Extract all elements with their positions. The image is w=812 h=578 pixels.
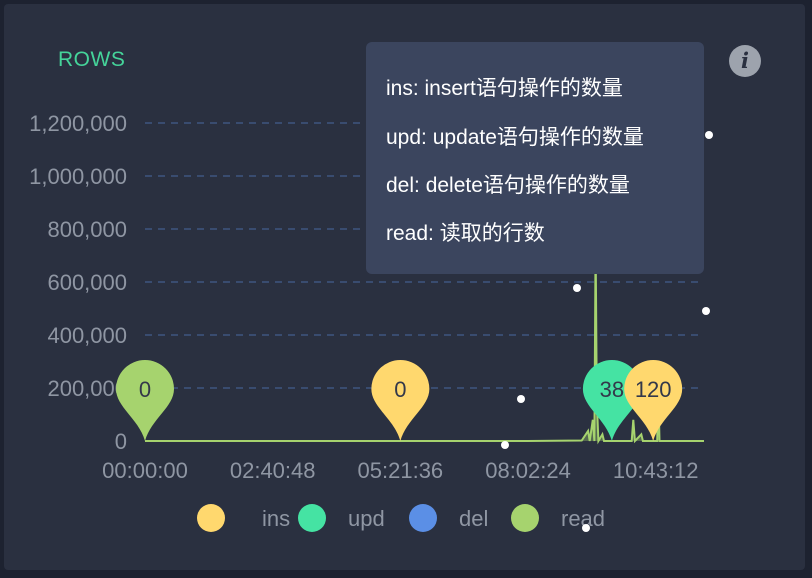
marker-label: 38	[600, 377, 624, 402]
y-tick-label: 800,000	[47, 217, 127, 242]
legend-swatch	[197, 504, 225, 532]
tooltip-line-del: del: delete语句操作的数量	[386, 174, 630, 197]
legend-tooltip: ins: insert语句操作的数量 upd: update语句操作的数量 de…	[366, 42, 704, 274]
legend-item-upd[interactable]: upd	[298, 504, 385, 532]
x-tick-label: 10:43:12	[613, 458, 699, 483]
x-tick-label: 05:21:36	[358, 458, 444, 483]
cursor-dot	[501, 441, 509, 449]
cursor-dot	[582, 524, 590, 532]
y-tick-label: 200,000	[47, 376, 127, 401]
y-tick-label: 1,200,000	[29, 111, 127, 136]
legend-label: upd	[348, 506, 385, 531]
legend-item-del[interactable]: del	[409, 504, 488, 532]
tooltip-line-ins: ins: insert语句操作的数量	[386, 77, 623, 100]
tooltip-line-read: read: 读取的行数	[386, 222, 545, 245]
cursor-dot	[702, 307, 710, 315]
cursor-dot	[573, 284, 581, 292]
y-tick-label: 0	[115, 429, 127, 454]
cursor-dot	[517, 395, 525, 403]
legend-item-read[interactable]: read	[511, 504, 605, 532]
y-tick-label: 600,000	[47, 270, 127, 295]
marker-label: 0	[139, 377, 151, 402]
legend-label: del	[459, 506, 488, 531]
marker-label: 0	[394, 377, 406, 402]
tooltip-line-upd: upd: update语句操作的数量	[386, 126, 644, 149]
y-tick-label: 400,000	[47, 323, 127, 348]
marker-pin: 0	[371, 360, 430, 441]
legend-swatch	[409, 504, 437, 532]
legend-label: ins	[262, 506, 290, 531]
y-tick-label: 1,000,000	[29, 164, 127, 189]
x-tick-label: 02:40:48	[230, 458, 316, 483]
marker-label: 120	[635, 377, 672, 402]
x-tick-label: 08:02:24	[485, 458, 571, 483]
x-tick-label: 00:00:00	[102, 458, 188, 483]
legend-swatch	[298, 504, 326, 532]
info-icon[interactable]: i	[729, 45, 761, 77]
cursor-dot	[705, 131, 713, 139]
legend-item-ins[interactable]: ins	[197, 504, 290, 532]
legend-swatch	[511, 504, 539, 532]
